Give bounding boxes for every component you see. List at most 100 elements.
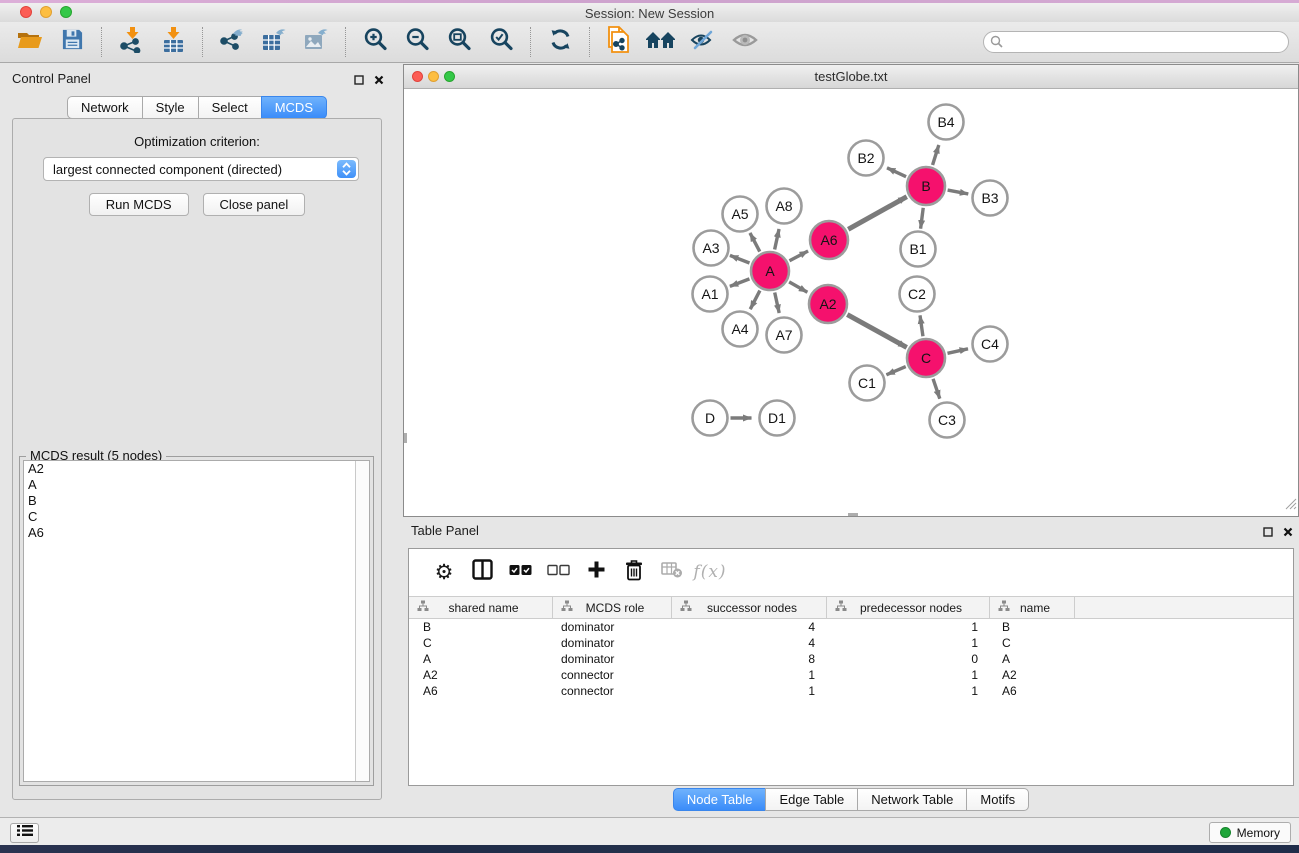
table-cell[interactable]: A2 [409,668,553,682]
graph-node-B4[interactable]: B4 [929,105,964,140]
zoom-fit-button[interactable] [441,25,477,59]
table-row[interactable]: Bdominator41B [409,619,1293,635]
graph-edge-A6-B[interactable] [848,197,907,230]
resize-grip-icon[interactable] [1284,497,1297,515]
result-scrollbar[interactable] [355,461,369,781]
mcds-result-item[interactable]: A6 [24,525,369,541]
export-table-button[interactable] [256,25,292,59]
tab-edge-table[interactable]: Edge Table [765,788,858,811]
table-cell[interactable]: 1 [827,636,990,650]
graph-node-A8[interactable]: A8 [767,189,802,224]
table-cell[interactable]: 1 [827,684,990,698]
table-cell[interactable]: 1 [672,684,827,698]
table-cell[interactable]: connector [553,684,672,698]
graph-edge-A-A7[interactable] [775,292,779,313]
table-cell[interactable]: 8 [672,652,827,666]
graph-node-B3[interactable]: B3 [973,181,1008,216]
graph-edge-A-A1[interactable] [730,279,750,287]
graph-edge-C-C3[interactable] [933,379,940,399]
graph-edge-C-C4[interactable] [947,349,968,353]
tab-select[interactable]: Select [198,96,262,119]
network-from-selection-button[interactable] [601,25,637,59]
import-table-button[interactable] [155,25,191,59]
function-builder-button[interactable]: f(x) [691,554,729,590]
table-cell[interactable]: A6 [990,684,1075,698]
graph-node-C[interactable]: C [907,339,945,377]
graph-edge-B-B2[interactable] [887,168,906,177]
zoom-out-button[interactable] [399,25,435,59]
graph-node-D1[interactable]: D1 [760,401,795,436]
graph-node-B1[interactable]: B1 [901,232,936,267]
table-cell[interactable]: connector [553,668,672,682]
graph-node-C1[interactable]: C1 [850,366,885,401]
task-history-button[interactable] [10,823,39,843]
mcds-result-list[interactable]: A2ABCA6 [23,460,370,782]
show-columns-button[interactable] [463,554,501,590]
tab-network-table[interactable]: Network Table [857,788,967,811]
zoom-selected-button[interactable] [483,25,519,59]
tab-node-table[interactable]: Node Table [673,788,767,811]
zoom-in-button[interactable] [357,25,393,59]
tab-motifs[interactable]: Motifs [966,788,1029,811]
graph-edge-B-B3[interactable] [948,190,969,194]
graph-node-A5[interactable]: A5 [723,197,758,232]
table-cell[interactable]: A2 [990,668,1075,682]
deselect-all-columns-button[interactable] [539,554,577,590]
close-table-panel-icon[interactable] [1283,524,1293,542]
export-network-button[interactable] [214,25,250,59]
graph-node-C4[interactable]: C4 [973,327,1008,362]
graph-node-C3[interactable]: C3 [930,403,965,438]
table-cell[interactable]: 4 [672,620,827,634]
mcds-result-item[interactable]: A [24,477,369,493]
memory-button[interactable]: Memory [1209,822,1291,843]
graph-node-B[interactable]: B [907,167,945,205]
table-row[interactable]: A2connector11A2 [409,667,1293,683]
graph-node-A7[interactable]: A7 [767,318,802,353]
graph-edge-B-B4[interactable] [933,145,939,165]
table-row[interactable]: Cdominator41C [409,635,1293,651]
table-cell[interactable]: 0 [827,652,990,666]
tab-network[interactable]: Network [67,96,143,119]
close-panel-icon[interactable] [374,72,384,90]
show-all-button[interactable] [727,25,763,59]
graph-edge-A-A5[interactable] [750,233,760,252]
table-cell[interactable]: C [990,636,1075,650]
network-graph[interactable]: B4B2BB3A5A8A6A3B1AA1C2A2A4A7C4CC1DD1C3 [404,89,1298,517]
main-titlebar[interactable]: Session: New Session [0,3,1299,23]
graph-node-A6[interactable]: A6 [810,221,848,259]
save-session-button[interactable] [54,25,90,59]
network-window-titlebar[interactable]: testGlobe.txt [404,65,1298,89]
graph-edge-A-A4[interactable] [750,291,760,310]
graph-edge-A-A2[interactable] [789,282,807,292]
graph-node-C2[interactable]: C2 [900,277,935,312]
column-header-name[interactable]: name [990,597,1075,618]
table-cell[interactable]: dominator [553,636,672,650]
search-input[interactable] [983,31,1289,53]
table-cell[interactable]: 1 [827,620,990,634]
graph-node-D[interactable]: D [693,401,728,436]
graph-edge-C-C1[interactable] [886,367,905,375]
graph-node-A3[interactable]: A3 [694,231,729,266]
graph-edge-C-C2[interactable] [920,315,923,336]
delete-column-button[interactable] [615,554,653,590]
mcds-result-item[interactable]: B [24,493,369,509]
table-row[interactable]: A6connector11A6 [409,683,1293,699]
table-cell[interactable]: A6 [409,684,553,698]
graph-node-A[interactable]: A [751,252,789,290]
table-cell[interactable]: dominator [553,652,672,666]
run-mcds-button[interactable]: Run MCDS [89,193,189,216]
table-cell[interactable]: B [990,620,1075,634]
mcds-result-item[interactable]: A2 [24,461,369,477]
first-neighbors-button[interactable] [643,25,679,59]
graph-node-B2[interactable]: B2 [849,141,884,176]
table-cell[interactable]: 4 [672,636,827,650]
column-header-mcds-role[interactable]: MCDS role [553,597,672,618]
delete-table-button[interactable] [653,554,691,590]
optimization-criterion-select[interactable]: largest connected component (directed) [43,157,359,181]
column-header-predecessor-nodes[interactable]: predecessor nodes [827,597,990,618]
vertical-scroll-stub[interactable] [404,433,407,443]
graph-edge-A-A6[interactable] [789,251,808,261]
table-cell[interactable]: C [409,636,553,650]
float-panel-icon[interactable] [354,72,364,90]
mcds-result-item[interactable]: C [24,509,369,525]
